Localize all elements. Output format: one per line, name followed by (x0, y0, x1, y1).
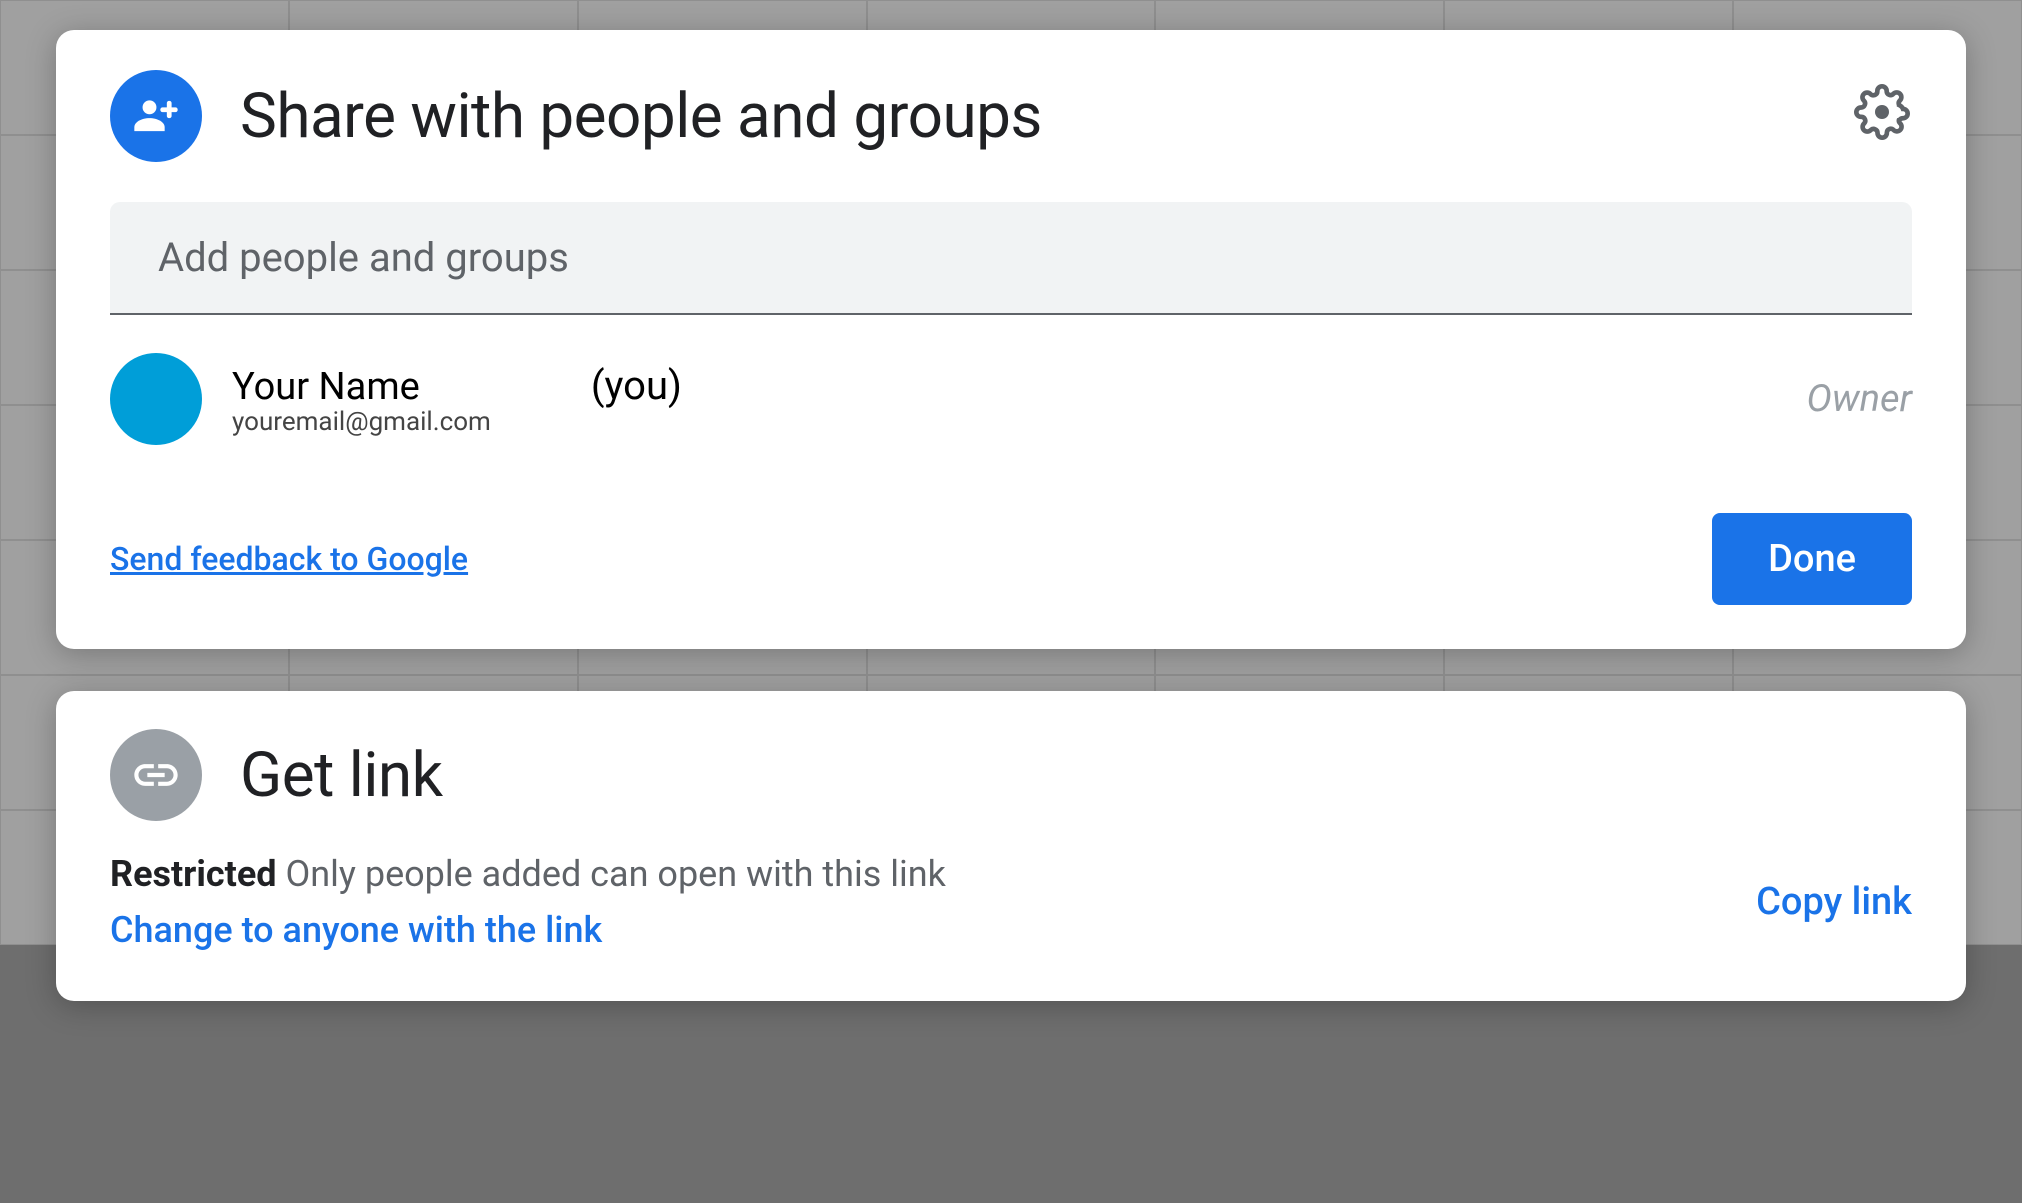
role-label: Owner (1807, 377, 1912, 421)
restricted-description-line: Restricted Only people added can open wi… (110, 853, 946, 895)
restricted-description: Only people added can open with this lin… (285, 853, 945, 895)
avatar (110, 353, 202, 445)
person-add-icon (110, 70, 202, 162)
user-row: Your Name youremail@gmail.com (you) Owne… (110, 315, 1912, 473)
gear-icon (1854, 84, 1910, 140)
add-people-input[interactable] (110, 202, 1912, 315)
settings-button[interactable] (1848, 78, 1916, 146)
restricted-label: Restricted (110, 853, 277, 895)
done-button[interactable]: Done (1712, 513, 1912, 605)
get-link-header: Get link (110, 729, 1912, 821)
you-label: (you) (591, 362, 682, 409)
user-email: youremail@gmail.com (232, 407, 491, 437)
share-dialog: Share with people and groups Your Name y… (56, 30, 1966, 649)
change-access-link[interactable]: Change to anyone with the link (110, 909, 946, 951)
share-dialog-header: Share with people and groups (110, 70, 1912, 162)
get-link-title: Get link (240, 739, 443, 812)
share-dialog-title: Share with people and groups (240, 80, 1042, 153)
user-name: Your Name (232, 365, 491, 409)
link-icon (110, 729, 202, 821)
copy-link-button[interactable]: Copy link (1756, 880, 1912, 924)
get-link-dialog: Get link Restricted Only people added ca… (56, 691, 1966, 1001)
feedback-link[interactable]: Send feedback to Google (110, 540, 468, 578)
